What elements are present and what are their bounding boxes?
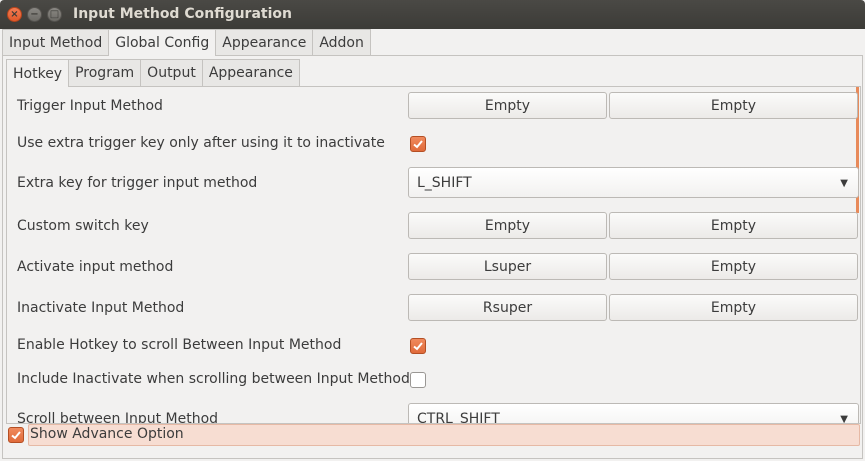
tab-addon[interactable]: Addon xyxy=(312,29,371,55)
tab-hotkey[interactable]: Hotkey xyxy=(6,59,70,87)
custom-switch-key1-button[interactable]: Empty xyxy=(408,212,607,239)
tab-global-config[interactable]: Global Config xyxy=(108,29,217,56)
trigger-key1-button[interactable]: Empty xyxy=(408,92,607,119)
extra-only-checkbox[interactable] xyxy=(410,136,426,152)
chevron-down-icon: ▼ xyxy=(840,178,848,189)
setting-row-extra-only: Use extra trigger key only after using i… xyxy=(17,135,860,155)
include-inactivate-label: Include Inactivate when scrolling betwee… xyxy=(17,371,410,387)
close-icon: × xyxy=(10,8,19,20)
activate-key1-button[interactable]: Lsuper xyxy=(408,253,607,280)
inactivate-key2-button[interactable]: Empty xyxy=(609,294,858,321)
advance-option-checkbox[interactable] xyxy=(8,427,24,443)
minimize-window-button[interactable]: − xyxy=(27,7,42,22)
extra-key-value: L_SHIFT xyxy=(417,174,472,191)
inactivate-key1-button[interactable]: Rsuper xyxy=(408,294,607,321)
custom-switch-label: Custom switch key xyxy=(17,218,149,234)
setting-row-enable-scroll: Enable Hotkey to scroll Between Input Me… xyxy=(17,337,860,357)
setting-row-scroll-between: Scroll between Input Method CTRL_SHIFT ▼ xyxy=(17,403,860,424)
activate-label: Activate input method xyxy=(17,259,174,275)
setting-row-custom-switch: Custom switch key Empty Empty xyxy=(17,212,860,245)
window-title: Input Method Configuration xyxy=(73,6,292,22)
scroll-between-combo[interactable]: CTRL_SHIFT ▼ xyxy=(408,403,859,424)
tab-appearance[interactable]: Appearance xyxy=(215,29,314,55)
tab-program[interactable]: Program xyxy=(68,59,142,86)
extra-only-label: Use extra trigger key only after using i… xyxy=(17,135,385,151)
inactivate-label: Inactivate Input Method xyxy=(17,300,185,316)
scroll-between-label: Scroll between Input Method xyxy=(17,411,219,424)
close-window-button[interactable]: × xyxy=(7,7,22,22)
checkmark-icon xyxy=(413,342,423,351)
maximize-icon: □ xyxy=(49,8,60,20)
tab-output[interactable]: Output xyxy=(140,59,203,86)
activate-key2-button[interactable]: Empty xyxy=(609,253,858,280)
checkmark-icon xyxy=(11,431,21,440)
inner-tab-bar: Hotkey Program Output Appearance xyxy=(6,59,300,87)
advance-option-label[interactable]: Show Advance Option xyxy=(30,426,184,442)
setting-row-activate: Activate input method Lsuper Empty xyxy=(17,253,860,286)
title-bar: × − □ Input Method Configuration xyxy=(0,0,865,29)
enable-scroll-checkbox[interactable] xyxy=(410,338,426,354)
extra-key-combo[interactable]: L_SHIFT ▼ xyxy=(408,167,859,198)
setting-row-trigger: Trigger Input Method Empty Empty xyxy=(17,92,860,125)
include-inactivate-checkbox[interactable] xyxy=(410,372,426,388)
setting-row-include-inactivate: Include Inactivate when scrolling betwee… xyxy=(17,371,860,391)
setting-row-extra-key: Extra key for trigger input method L_SHI… xyxy=(17,167,860,198)
tab-inner-appearance[interactable]: Appearance xyxy=(201,59,300,86)
minimize-icon: − xyxy=(30,8,39,20)
trigger-label: Trigger Input Method xyxy=(17,98,163,114)
scroll-between-value: CTRL_SHIFT xyxy=(417,410,500,424)
hotkey-panel: Trigger Input Method Empty Empty Use ext… xyxy=(6,86,861,424)
chevron-down-icon: ▼ xyxy=(840,414,848,424)
enable-scroll-label: Enable Hotkey to scroll Between Input Me… xyxy=(17,337,342,353)
setting-row-inactivate: Inactivate Input Method Rsuper Empty xyxy=(17,294,860,327)
checkmark-icon xyxy=(413,140,423,149)
custom-switch-key2-button[interactable]: Empty xyxy=(609,212,858,239)
trigger-key2-button[interactable]: Empty xyxy=(609,92,858,119)
tab-input-method[interactable]: Input Method xyxy=(2,29,110,55)
maximize-window-button[interactable]: □ xyxy=(47,7,62,22)
outer-tab-bar: Input Method Global Config Appearance Ad… xyxy=(2,29,371,56)
extra-key-label: Extra key for trigger input method xyxy=(17,175,258,191)
